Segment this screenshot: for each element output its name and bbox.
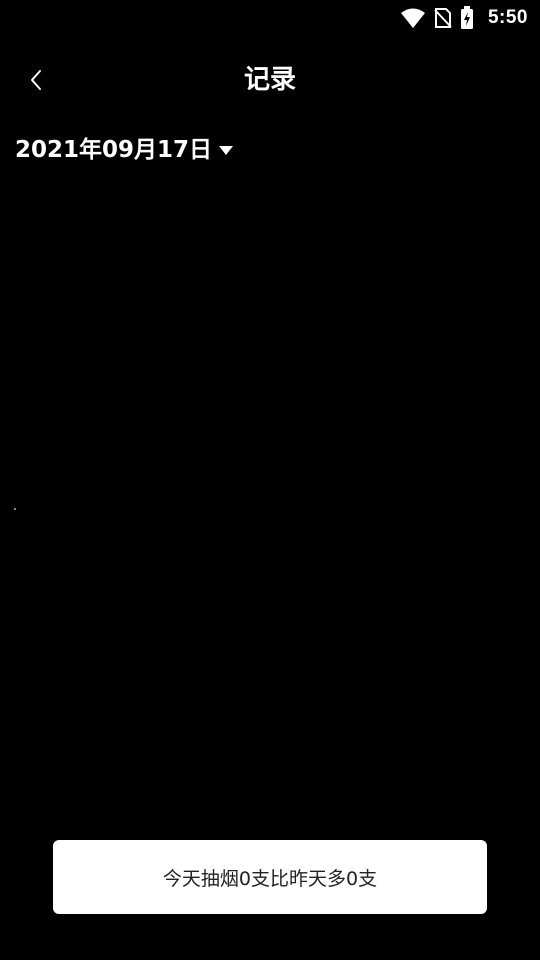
chart-marker [14,508,16,510]
summary-text: 今天抽烟0支比昨天多0支 [162,867,378,890]
battery-charging-icon [460,6,474,30]
wifi-icon [400,7,426,29]
date-label: 2021年09月17日 [15,137,213,163]
summary-card: 今天抽烟0支比昨天多0支 [53,840,487,914]
status-time: 5:50 [487,7,528,28]
no-sim-icon [434,7,452,29]
caret-down-icon [218,144,234,156]
page-title: 记录 [243,65,296,95]
header: 记录 [0,52,540,108]
date-selector[interactable]: 2021年09月17日 [15,134,234,166]
status-icons: 5:50 [400,6,528,30]
screen: 5:50 记录 2021年09月17日 今天抽烟0支比昨天多0支 [0,0,540,960]
chart-area [0,180,540,820]
status-bar: 5:50 [0,0,540,36]
